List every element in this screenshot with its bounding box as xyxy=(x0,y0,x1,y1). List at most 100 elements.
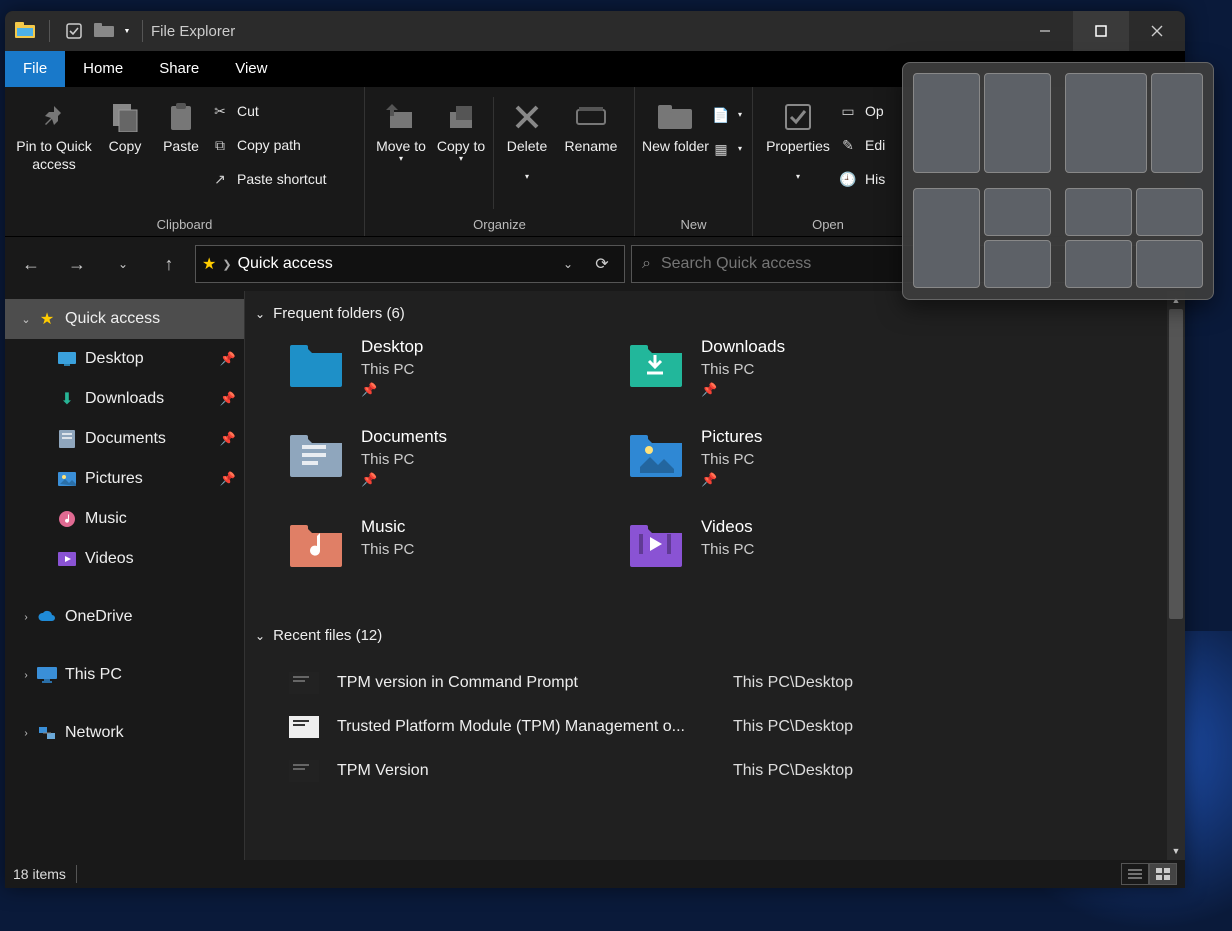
chevron-right-icon[interactable]: › xyxy=(17,612,35,623)
tree-quick-access[interactable]: ⌄ ★ Quick access xyxy=(5,299,244,339)
file-name: TPM Version xyxy=(337,762,717,780)
tab-view[interactable]: View xyxy=(217,51,285,87)
network-icon xyxy=(35,725,59,741)
tab-home[interactable]: Home xyxy=(65,51,141,87)
copy-button[interactable]: Copy xyxy=(97,91,153,155)
refresh-button[interactable]: ⟳ xyxy=(586,248,618,280)
folder-icon xyxy=(285,427,347,509)
maximize-button[interactable] xyxy=(1073,11,1129,51)
star-icon: ★ xyxy=(35,309,59,329)
tree-documents[interactable]: Documents 📌 xyxy=(5,419,244,459)
pin-to-quick-access-button[interactable]: Pin to Quick access xyxy=(11,91,97,173)
folder-name: Music xyxy=(361,517,414,537)
search-icon: ⌕ xyxy=(642,255,651,273)
tab-share[interactable]: Share xyxy=(141,51,217,87)
tree-videos[interactable]: Videos xyxy=(5,539,244,579)
large-icons-view-button[interactable] xyxy=(1149,863,1177,885)
tree-pictures[interactable]: Pictures 📌 xyxy=(5,459,244,499)
frequent-folder-music[interactable]: Music This PC xyxy=(285,513,625,603)
cloud-icon xyxy=(35,610,59,624)
breadcrumb[interactable]: Quick access xyxy=(238,255,546,273)
history-button[interactable]: 🕘His xyxy=(839,165,885,193)
tree-this-pc[interactable]: › This PC xyxy=(5,655,244,695)
qat-customize-dropdown[interactable]: ▼ xyxy=(120,28,134,35)
nav-recent-dropdown[interactable]: ⌄ xyxy=(103,244,143,284)
properties-icon xyxy=(783,102,813,132)
qat-newfolder-icon[interactable] xyxy=(90,17,118,45)
folder-name: Downloads xyxy=(701,337,785,357)
easy-access-dropdown[interactable]: ▦▾ xyxy=(712,135,742,163)
nav-tree: ⌄ ★ Quick access Desktop 📌 ⬇ Downloads 📌… xyxy=(5,291,245,860)
copy-path-button[interactable]: ⧉Copy path xyxy=(211,131,327,159)
tree-music[interactable]: Music xyxy=(5,499,244,539)
move-to-button[interactable]: Move to▾ xyxy=(371,91,431,166)
snap-layout-7030[interactable] xyxy=(1065,73,1203,173)
file-path: This PC\Desktop xyxy=(733,718,853,736)
frequent-folder-downloads[interactable]: DownloadsThis PC📌 xyxy=(625,333,965,423)
vertical-scrollbar[interactable]: ▲ ▼ xyxy=(1167,291,1185,860)
tree-network[interactable]: › Network xyxy=(5,713,244,753)
file-thumbnail-icon xyxy=(287,672,321,694)
nav-up-button[interactable]: ↑ xyxy=(149,244,189,284)
snap-layout-3panel[interactable] xyxy=(913,188,1051,288)
scroll-down-arrow[interactable]: ▼ xyxy=(1167,842,1185,860)
rename-button[interactable]: Rename xyxy=(558,91,624,155)
snap-layouts-flyout[interactable] xyxy=(902,62,1214,300)
shortcut-icon: ↗ xyxy=(211,171,229,188)
qat-properties-icon[interactable] xyxy=(60,17,88,45)
folder-location: This PC xyxy=(361,541,414,558)
desktop-icon xyxy=(55,352,79,366)
pin-icon: 📌 xyxy=(220,431,236,447)
folder-name: Documents xyxy=(361,427,447,447)
edit-button[interactable]: ✎Edi xyxy=(839,131,885,159)
delete-button[interactable]: Delete▾ xyxy=(496,91,558,184)
snap-layout-quad[interactable] xyxy=(1065,188,1203,288)
copy-to-button[interactable]: Copy to▾ xyxy=(431,91,491,166)
open-button[interactable]: ▭Op xyxy=(839,97,885,125)
address-dropdown[interactable]: ⌄ xyxy=(552,248,584,280)
close-button[interactable] xyxy=(1129,11,1185,51)
history-icon: 🕘 xyxy=(839,171,857,188)
easy-access-icon: ▦ xyxy=(712,141,730,158)
rename-icon xyxy=(576,106,606,128)
scroll-thumb[interactable] xyxy=(1169,309,1183,619)
paste-button[interactable]: Paste xyxy=(153,91,209,155)
new-folder-button[interactable]: New folder xyxy=(641,91,710,155)
tab-file[interactable]: File xyxy=(5,51,65,87)
properties-button[interactable]: Properties▾ xyxy=(759,91,837,184)
tree-desktop[interactable]: Desktop 📌 xyxy=(5,339,244,379)
group-label-open: Open xyxy=(759,215,897,236)
content-pane: ⌄ Frequent folders (6) DesktopThis PC📌Do… xyxy=(245,291,1185,860)
paste-shortcut-button[interactable]: ↗Paste shortcut xyxy=(211,165,327,193)
frequent-folder-videos[interactable]: VideosThis PC xyxy=(625,513,965,603)
recent-file[interactable]: TPM VersionThis PC\Desktop xyxy=(287,749,1175,793)
address-bar[interactable]: ★ ❯ Quick access ⌄ ⟳ xyxy=(195,245,625,283)
details-view-button[interactable] xyxy=(1121,863,1149,885)
title-separator xyxy=(142,20,143,42)
minimize-button[interactable] xyxy=(1017,11,1073,51)
section-frequent-folders[interactable]: ⌄ Frequent folders (6) xyxy=(255,305,1175,327)
nav-back-button[interactable]: ← xyxy=(11,244,51,284)
new-item-dropdown[interactable]: 📄▾ xyxy=(712,101,742,129)
nav-forward-button[interactable]: → xyxy=(57,244,97,284)
recent-file[interactable]: Trusted Platform Module (TPM) Management… xyxy=(287,705,1175,749)
cut-button[interactable]: ✂Cut xyxy=(211,97,327,125)
chevron-down-icon[interactable]: ⌄ xyxy=(17,313,35,326)
pin-icon: 📌 xyxy=(361,472,447,488)
chevron-right-icon[interactable]: › xyxy=(17,728,35,739)
frequent-folder-documents[interactable]: Documents This PC 📌 xyxy=(285,423,625,513)
file-thumbnail-icon xyxy=(287,760,321,782)
snap-layout-2col[interactable] xyxy=(913,73,1051,173)
tree-onedrive[interactable]: › OneDrive xyxy=(5,597,244,637)
folder-icon xyxy=(285,337,347,419)
recent-file[interactable]: TPM version in Command PromptThis PC\Des… xyxy=(287,661,1175,705)
explorer-app-icon[interactable] xyxy=(11,17,39,45)
folder-location: This PC xyxy=(701,361,785,378)
section-recent-files[interactable]: ⌄ Recent files (12) xyxy=(255,627,1175,649)
frequent-folder-pictures[interactable]: PicturesThis PC📌 xyxy=(625,423,965,513)
tree-downloads[interactable]: ⬇ Downloads 📌 xyxy=(5,379,244,419)
frequent-folder-desktop[interactable]: DesktopThis PC📌 xyxy=(285,333,625,423)
folder-location: This PC xyxy=(361,451,447,468)
chevron-right-icon[interactable]: › xyxy=(17,670,35,681)
folder-name: Videos xyxy=(701,517,754,537)
